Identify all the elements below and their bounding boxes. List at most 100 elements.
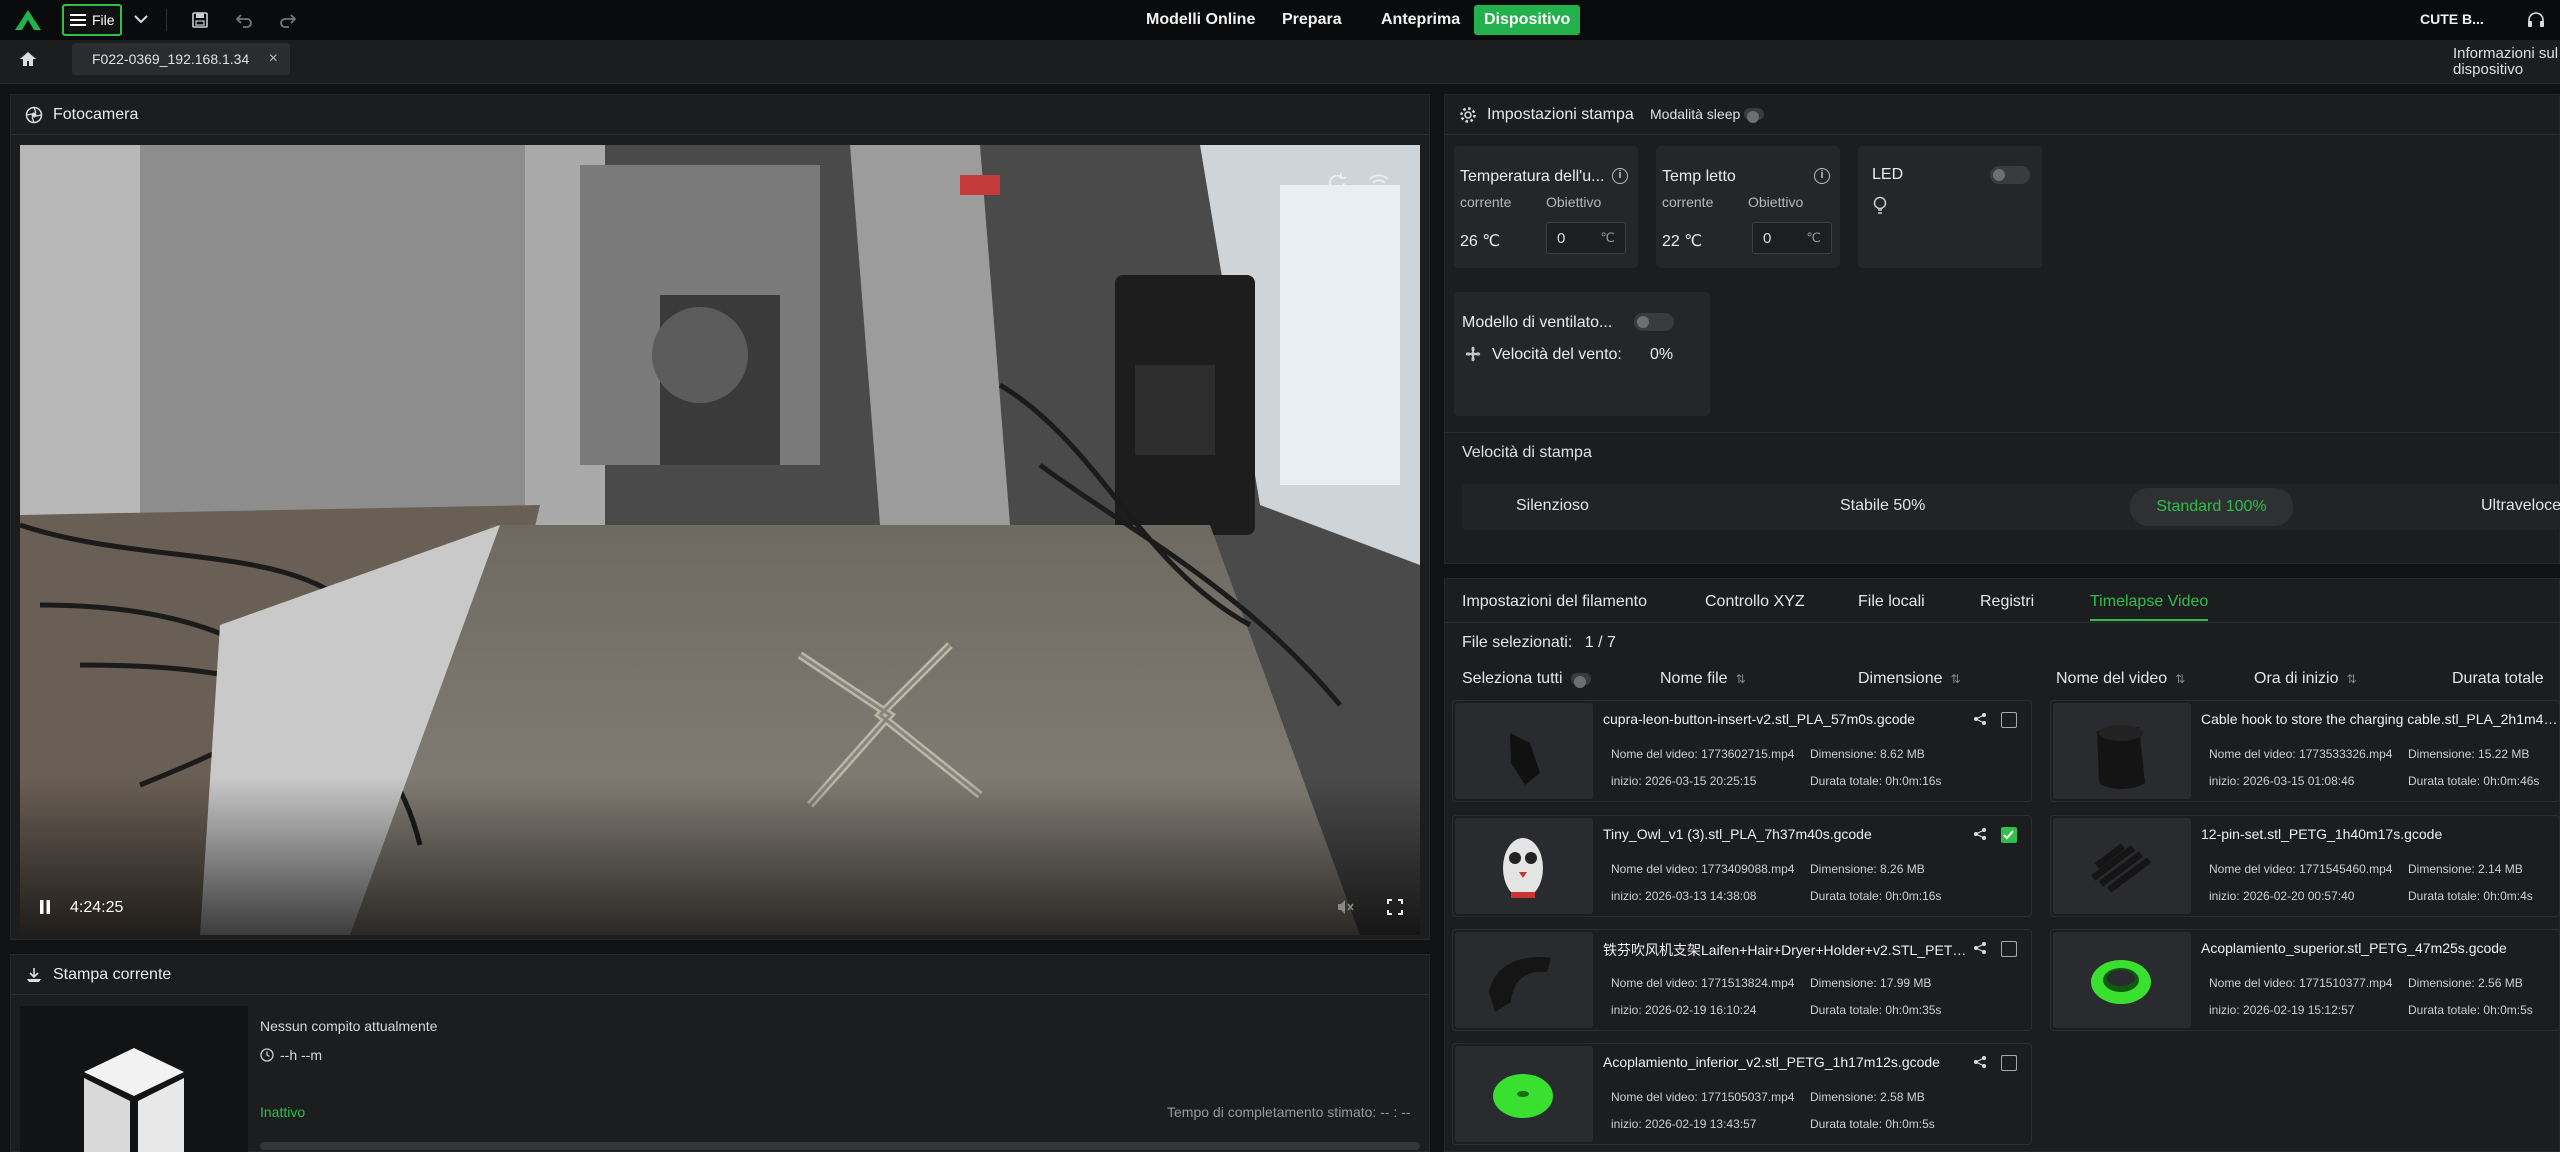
file-name: cupra-leon-button-insert-v2.stl_PLA_57m0… (1603, 711, 1916, 727)
col-start-time-label: Ora di inizio (2254, 670, 2339, 687)
led-title: LED (1872, 166, 1904, 183)
col-size[interactable]: Dimensione ⇅ (1858, 670, 1961, 688)
video-name: Nome del video: 1771513824.mp4 (1611, 976, 1794, 990)
tab-timelapse-video[interactable]: Timelapse Video (2090, 593, 2209, 621)
share-icon[interactable] (1973, 1055, 1987, 1069)
size-value: 17.99 MB (1880, 976, 1932, 990)
speed-option-ultraveloce[interactable]: Ultraveloce (2481, 497, 2560, 515)
file-thumbnail (2053, 932, 2191, 1028)
file-checkbox[interactable] (2001, 827, 2017, 843)
start-value: 2026-03-13 14:38:08 (1645, 889, 1757, 903)
start-time: inizio: 2026-02-19 13:43:57 (1611, 1117, 1756, 1131)
sort-icon: ⇅ (2346, 672, 2357, 686)
print-speed-selector (1462, 484, 2560, 530)
file-card[interactable]: 12-pin-set.stl_PETG_1h40m17s.gcode Nome … (2050, 815, 2560, 917)
user-name[interactable]: CUTE B... (2420, 11, 2484, 27)
nav-modelli-online[interactable]: Modelli Online (1136, 5, 1265, 35)
led-toggle[interactable] (1990, 166, 2030, 184)
print-status: Inattivo (260, 1104, 306, 1120)
undo-icon[interactable] (234, 10, 254, 30)
share-icon[interactable] (1973, 941, 1987, 955)
col-total-duration[interactable]: Durata totale (2452, 670, 2544, 688)
select-all-toggle[interactable] (1570, 673, 1591, 688)
start-value: 2026-02-19 15:12:57 (2243, 1003, 2355, 1017)
refresh-icon[interactable] (1326, 172, 1348, 194)
file-card[interactable]: Tiny_Owl_v1 (3).stl_PLA_7h37m40s.gcode N… (1452, 815, 2032, 917)
start-label: inizio: (1611, 889, 1642, 903)
home-icon[interactable] (18, 50, 38, 68)
nav-prepara[interactable]: Prepara (1272, 5, 1352, 35)
file-size: Dimensione: 2.58 MB (1810, 1090, 1925, 1104)
fullscreen-icon[interactable] (1386, 898, 1404, 916)
device-info-link[interactable]: Informazioni sul dispositivo (2453, 46, 2560, 78)
size-value: 2.14 MB (2478, 862, 2523, 876)
print-settings-title: Impostazioni stampa (1487, 105, 1634, 123)
start-label: inizio: (1611, 1003, 1642, 1017)
share-icon[interactable] (1973, 712, 1987, 726)
file-name: Cable hook to store the charging cable.s… (2201, 711, 2560, 727)
nav-anteprima[interactable]: Anteprima (1371, 5, 1470, 35)
file-card[interactable]: Acoplamiento_inferior_v2.stl_PETG_1h17m1… (1452, 1043, 2032, 1145)
col-video-name[interactable]: Nome del video ⇅ (2056, 670, 2185, 688)
file-name: Acoplamiento_inferior_v2.stl_PETG_1h17m1… (1603, 1054, 1940, 1070)
duration-value: 0h:0m:46s (2483, 774, 2540, 788)
current-print-title: Stampa corrente (53, 965, 172, 983)
size-label: Dimensione: (2408, 862, 2475, 876)
speed-divider (1444, 432, 2560, 433)
device-tab[interactable]: F022-0369_192.168.1.34 × (72, 43, 290, 75)
col-file-name-label: Nome file (1660, 670, 1728, 687)
start-time: inizio: 2026-02-19 15:12:57 (2209, 1003, 2354, 1017)
file-checkbox[interactable] (2001, 941, 2017, 957)
pause-icon[interactable] (38, 899, 52, 915)
total-duration: Durata totale: 0h:0m:4s (2408, 889, 2533, 903)
file-menu-button[interactable]: File (62, 4, 122, 36)
tab-filament-settings[interactable]: Impostazioni del filamento (1462, 593, 1647, 611)
print-eta: Tempo di completamento stimato: -- : -- (1167, 1104, 1411, 1120)
tabs-divider (1444, 622, 2560, 623)
speed-option-silenzioso[interactable]: Silenzioso (1516, 497, 1589, 515)
share-icon[interactable] (1973, 827, 1987, 841)
file-checkbox[interactable] (2001, 1055, 2017, 1071)
nozzle-target-unit: ℃ (1600, 230, 1615, 245)
no-task-text: Nessun compito attualmente (260, 1018, 438, 1034)
file-card[interactable]: 铁芬吹风机支架Laifen+Hair+Dryer+Holder+v2.STL_P… (1452, 929, 2032, 1031)
camera-video[interactable] (20, 145, 1420, 935)
nozzle-temp-title: Temperatura dell'u... (1460, 168, 1605, 185)
wifi-icon (1368, 172, 1390, 192)
tab-logs[interactable]: Registri (1980, 593, 2034, 611)
select-all[interactable]: Seleziona tutti (1462, 670, 1591, 688)
col-file-name[interactable]: Nome file ⇅ (1660, 670, 1746, 688)
tab-local-files[interactable]: File locali (1858, 593, 1925, 611)
files-selected-count: 1 / 7 (1584, 634, 1616, 651)
files-selected: File selezionati: 1 / 7 (1462, 634, 1616, 652)
col-start-time[interactable]: Ora di inizio ⇅ (2254, 670, 2357, 688)
nozzle-target-input[interactable]: 0 ℃ (1546, 222, 1626, 254)
speed-option-stabile[interactable]: Stabile 50% (1840, 497, 1925, 515)
start-label: inizio: (2209, 1003, 2240, 1017)
nav-dispositivo[interactable]: Dispositivo (1474, 5, 1581, 35)
fan-speed-label: Velocità del vento: (1492, 346, 1622, 363)
video-label: Nome del video: (2209, 747, 2296, 761)
video-label: Nome del video: (1611, 976, 1698, 990)
nozzle-info-icon[interactable]: i (1612, 168, 1628, 184)
close-tab-icon[interactable]: × (269, 50, 278, 68)
camera-panel-header: Fotocamera (11, 95, 1429, 135)
fan-toggle[interactable] (1634, 313, 1674, 331)
file-card[interactable]: Cable hook to store the charging cable.s… (2050, 700, 2560, 802)
save-icon[interactable] (190, 10, 210, 30)
tab-xyz-control[interactable]: Controllo XYZ (1705, 593, 1805, 611)
sleep-mode-toggle[interactable] (1744, 108, 1764, 123)
headset-icon[interactable] (2526, 10, 2546, 30)
speed-option-standard[interactable]: Standard 100% (2130, 488, 2293, 526)
chevron-down-icon[interactable] (132, 10, 150, 28)
file-checkbox[interactable] (2001, 712, 2017, 728)
file-card[interactable]: cupra-leon-button-insert-v2.stl_PLA_57m0… (1452, 700, 2032, 802)
mute-icon[interactable] (1336, 898, 1354, 916)
file-card[interactable]: Acoplamiento_superior.stl_PETG_47m25s.gc… (2050, 929, 2560, 1031)
bed-target-input[interactable]: 0 ℃ (1752, 222, 1832, 254)
duration-value: 0h:0m:16s (1885, 889, 1942, 903)
bed-info-icon[interactable]: i (1814, 168, 1830, 184)
start-label: inizio: (1611, 774, 1642, 788)
redo-icon[interactable] (278, 10, 298, 30)
file-thumbnail (1455, 1046, 1593, 1142)
